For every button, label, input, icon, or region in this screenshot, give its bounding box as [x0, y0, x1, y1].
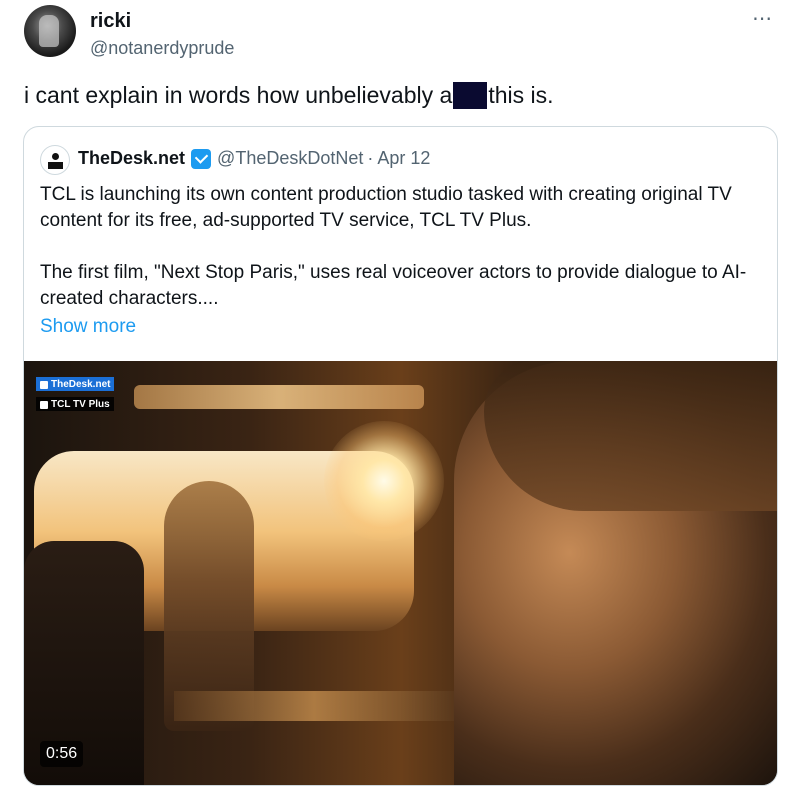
verified-badge-icon	[191, 148, 212, 169]
quoted-date[interactable]: Apr 12	[377, 148, 430, 169]
separator-dot: ·	[367, 148, 374, 168]
redaction-box	[453, 82, 488, 109]
avatar-head	[52, 153, 59, 160]
quoted-paragraph: The first film, "Next Stop Paris," uses …	[40, 262, 747, 309]
video-player[interactable]: TheDesk.net TCL TV Plus 0:56	[24, 361, 777, 785]
quoted-avatar[interactable]	[40, 145, 70, 175]
more-options-icon[interactable]: ⋯	[752, 6, 773, 31]
video-scene-sun-glare	[324, 421, 444, 541]
video-camera-icon	[40, 400, 48, 409]
thedesk-logo-icon	[40, 380, 48, 389]
watermark-thedesk-label: TheDesk.net	[51, 379, 111, 390]
watermark-tcl-label: TCL TV Plus	[51, 399, 110, 410]
user-handle[interactable]: @notanerdyprude	[90, 38, 234, 59]
quoted-handle[interactable]: @TheDeskDotNet	[217, 148, 363, 169]
quoted-text: TCL is launching its own content product…	[40, 182, 760, 338]
tweet-text: i cant explain in words how unbelievably…	[24, 82, 554, 109]
display-name[interactable]: ricki	[90, 10, 131, 33]
watermark-thedesk: TheDesk.net	[36, 377, 115, 391]
watermark-tcl: TCL TV Plus	[36, 397, 114, 411]
avatar-desk	[48, 162, 63, 169]
quoted-tweet[interactable]: TheDesk.net @TheDeskDotNet · Apr 12 TCL …	[23, 126, 778, 786]
video-scene-hair	[484, 361, 777, 511]
tweet-text-start: i cant explain in words how unbelievably…	[24, 82, 453, 108]
quoted-paragraph: TCL is launching its own content product…	[40, 184, 732, 231]
tweet-text-end: this is.	[488, 82, 554, 108]
show-more-link[interactable]: Show more	[40, 316, 136, 338]
avatar[interactable]	[24, 5, 76, 57]
avatar-figure	[39, 15, 59, 47]
quoted-header: TheDesk.net @TheDeskDotNet · Apr 12	[78, 148, 430, 169]
video-scene-table	[174, 691, 454, 721]
video-scene-light-strip	[134, 385, 424, 409]
video-duration: 0:56	[40, 741, 84, 767]
quoted-display-name[interactable]: TheDesk.net	[78, 148, 185, 169]
